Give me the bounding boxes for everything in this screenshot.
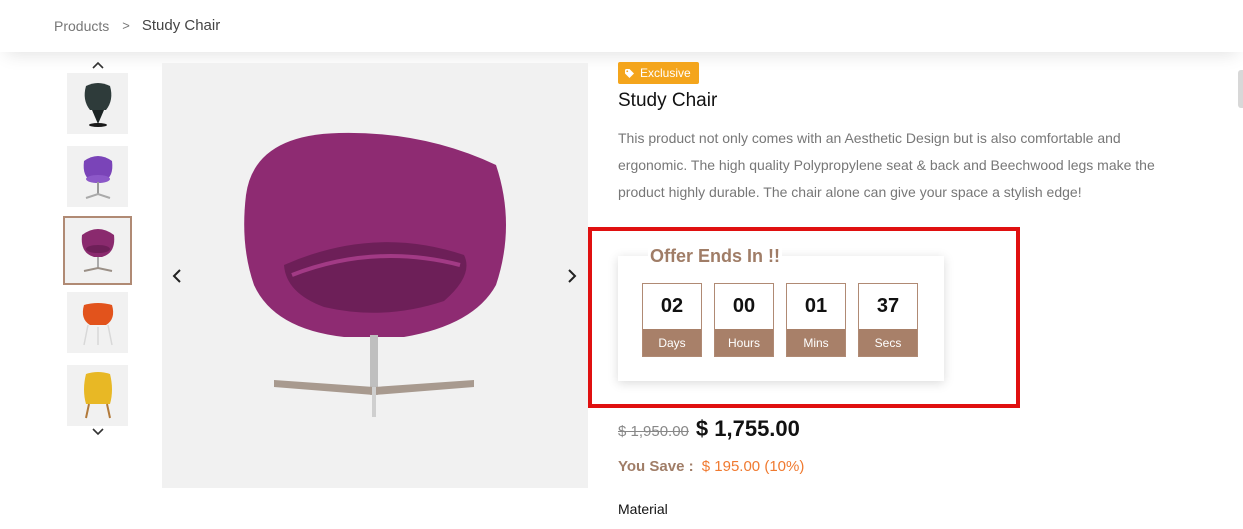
original-price: $ 1,950.00 <box>618 423 689 440</box>
price-row: $ 1,950.00 $ 1,755.00 <box>618 416 800 442</box>
thumbnail-up-arrow[interactable] <box>90 58 106 72</box>
chevron-up-icon <box>92 61 104 69</box>
magenta-egg-chair-large-image <box>244 132 506 417</box>
chevron-left-icon <box>172 269 181 283</box>
breadcrumb: Products > Study Chair <box>54 17 220 34</box>
thumbnail-orange-chair[interactable] <box>67 292 128 353</box>
tag-icon <box>625 68 634 78</box>
breadcrumb-separator: > <box>122 18 130 33</box>
product-info: Exclusive Study Chair This product not o… <box>618 62 1178 206</box>
orange-chair-image <box>82 302 113 345</box>
breadcrumb-products-link[interactable]: Products <box>54 18 109 34</box>
highlight-annotation-box <box>588 227 1020 408</box>
scroll-edge-tab[interactable] <box>1238 70 1243 108</box>
next-image-arrow[interactable] <box>564 266 580 286</box>
savings-amount: $ 195.00 (10%) <box>701 458 805 475</box>
savings-label: You Save : <box>618 458 694 475</box>
thumbnail-magenta-egg-chair[interactable] <box>63 216 132 285</box>
thumbnail-yellow-chair[interactable] <box>67 365 128 426</box>
product-title: Study Chair <box>618 90 718 111</box>
breadcrumb-bar: Products > Study Chair <box>0 0 1243 52</box>
material-label: Material <box>618 501 668 517</box>
exclusive-badge: Exclusive <box>618 62 699 84</box>
magenta-egg-chair-image <box>81 228 114 272</box>
thumbnail-down-arrow[interactable] <box>90 425 106 439</box>
yellow-chair-image <box>83 371 112 418</box>
breadcrumb-current: Study Chair <box>141 17 221 34</box>
savings-row: You Save : $ 195.00 (10%) <box>618 458 804 475</box>
badge-label: Exclusive <box>640 66 691 80</box>
thumbnail-carousel <box>62 56 134 441</box>
thumbnail-purple-swivel-chair[interactable] <box>67 146 128 207</box>
thumbnail-dark-green-chair[interactable] <box>67 73 128 134</box>
previous-image-arrow[interactable] <box>169 266 185 286</box>
chevron-down-icon <box>92 428 104 436</box>
product-description: This product not only comes with an Aest… <box>618 130 1155 200</box>
sale-price: $ 1,755.00 <box>695 416 800 441</box>
main-product-image[interactable] <box>162 63 588 488</box>
chevron-right-icon <box>568 269 577 283</box>
purple-swivel-chair-image <box>83 155 112 199</box>
dark-green-chair-image <box>84 82 111 127</box>
